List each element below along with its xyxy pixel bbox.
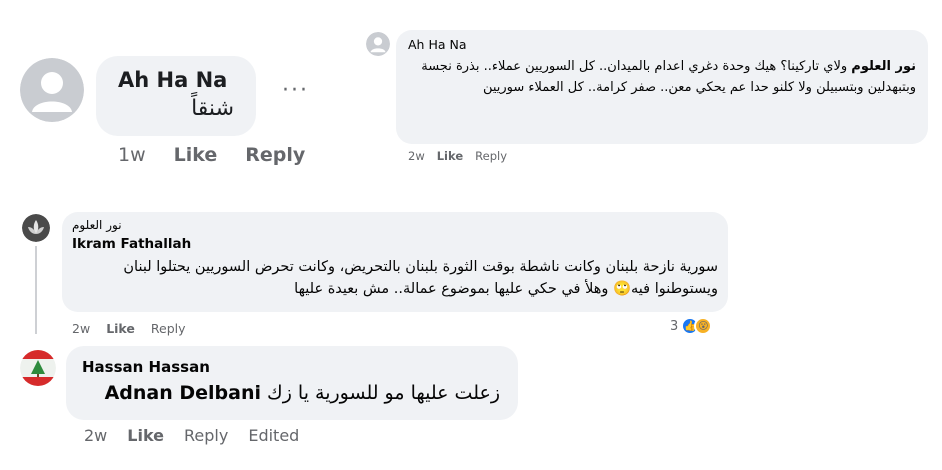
wow-icon: 😮 xyxy=(694,317,713,335)
like-button[interactable]: Like xyxy=(127,426,164,445)
reply-button[interactable]: Reply xyxy=(151,321,186,336)
like-button[interactable]: Like xyxy=(174,144,218,166)
mention-link[interactable]: نور العلوم xyxy=(851,59,916,74)
comment-author[interactable]: Ah Ha Na xyxy=(118,68,227,92)
avatar-page-logo[interactable] xyxy=(22,214,50,242)
comment-text: نور العلوم ولاي تاركينا؟ هيك وحدة دغري ا… xyxy=(408,56,916,98)
avatar-default[interactable] xyxy=(366,32,390,56)
more-options-icon[interactable]: ··· xyxy=(282,78,309,103)
comment-actions: 1w Like Reply xyxy=(118,144,305,166)
comment-body: ولاي تاركينا؟ هيك وحدة دغري اعدام بالميد… xyxy=(421,59,916,95)
comment-bubble: Hassan Hassan Adnan Delbani زعلت عليها م… xyxy=(66,346,518,420)
comment-actions: 2w Like Reply Edited xyxy=(84,426,299,445)
reply-button[interactable]: Reply xyxy=(475,149,507,163)
timestamp[interactable]: 2w xyxy=(84,426,107,445)
comment-author[interactable]: Ikram Fathallah xyxy=(72,236,191,252)
comment-bubble: نور العلوم Ikram Fathallah سورية نازحة ب… xyxy=(62,212,728,312)
like-button[interactable]: Like xyxy=(106,321,135,336)
comment-actions: 2w Like Reply xyxy=(72,321,186,336)
reply-button[interactable]: Reply xyxy=(184,426,228,445)
lotus-logo-icon xyxy=(22,214,50,242)
comment-bubble: Ah Ha Na شنقاً xyxy=(96,56,256,136)
comment-text: سورية نازحة بلبنان وكانت ناشطة بوقت الثو… xyxy=(123,259,718,297)
comment-text: Adnan Delbani زعلت عليها مو للسورية يا ز… xyxy=(105,382,500,404)
avatar-default[interactable] xyxy=(20,58,84,122)
timestamp[interactable]: 2w xyxy=(72,321,90,336)
like-button[interactable]: Like xyxy=(437,149,463,163)
thread-line xyxy=(35,246,37,334)
comment-author[interactable]: Hassan Hassan xyxy=(82,358,210,376)
comment-author[interactable]: Ah Ha Na xyxy=(408,37,467,52)
comment-actions: 2w Like Reply xyxy=(408,149,507,163)
default-profile-icon xyxy=(20,58,84,122)
timestamp[interactable]: 2w xyxy=(408,149,425,163)
mention-link[interactable]: نور العلوم xyxy=(72,218,122,232)
comment-body: زعلت عليها مو للسورية يا زك xyxy=(267,382,500,404)
reply-button[interactable]: Reply xyxy=(245,144,305,166)
reaction-count: 3 xyxy=(670,318,679,334)
timestamp[interactable]: 1w xyxy=(118,144,146,166)
default-profile-icon xyxy=(366,32,390,56)
reaction-summary[interactable]: 3 👍 😮 xyxy=(670,317,713,335)
avatar-profile[interactable] xyxy=(20,350,56,386)
comment-bubble: Ah Ha Na نور العلوم ولاي تاركينا؟ هيك وح… xyxy=(396,30,928,144)
comment-text: شنقاً xyxy=(191,96,234,121)
edited-label[interactable]: Edited xyxy=(248,426,299,445)
cedar-flag-avatar-icon xyxy=(20,350,56,386)
tagged-user-link[interactable]: Adnan Delbani xyxy=(105,382,261,404)
